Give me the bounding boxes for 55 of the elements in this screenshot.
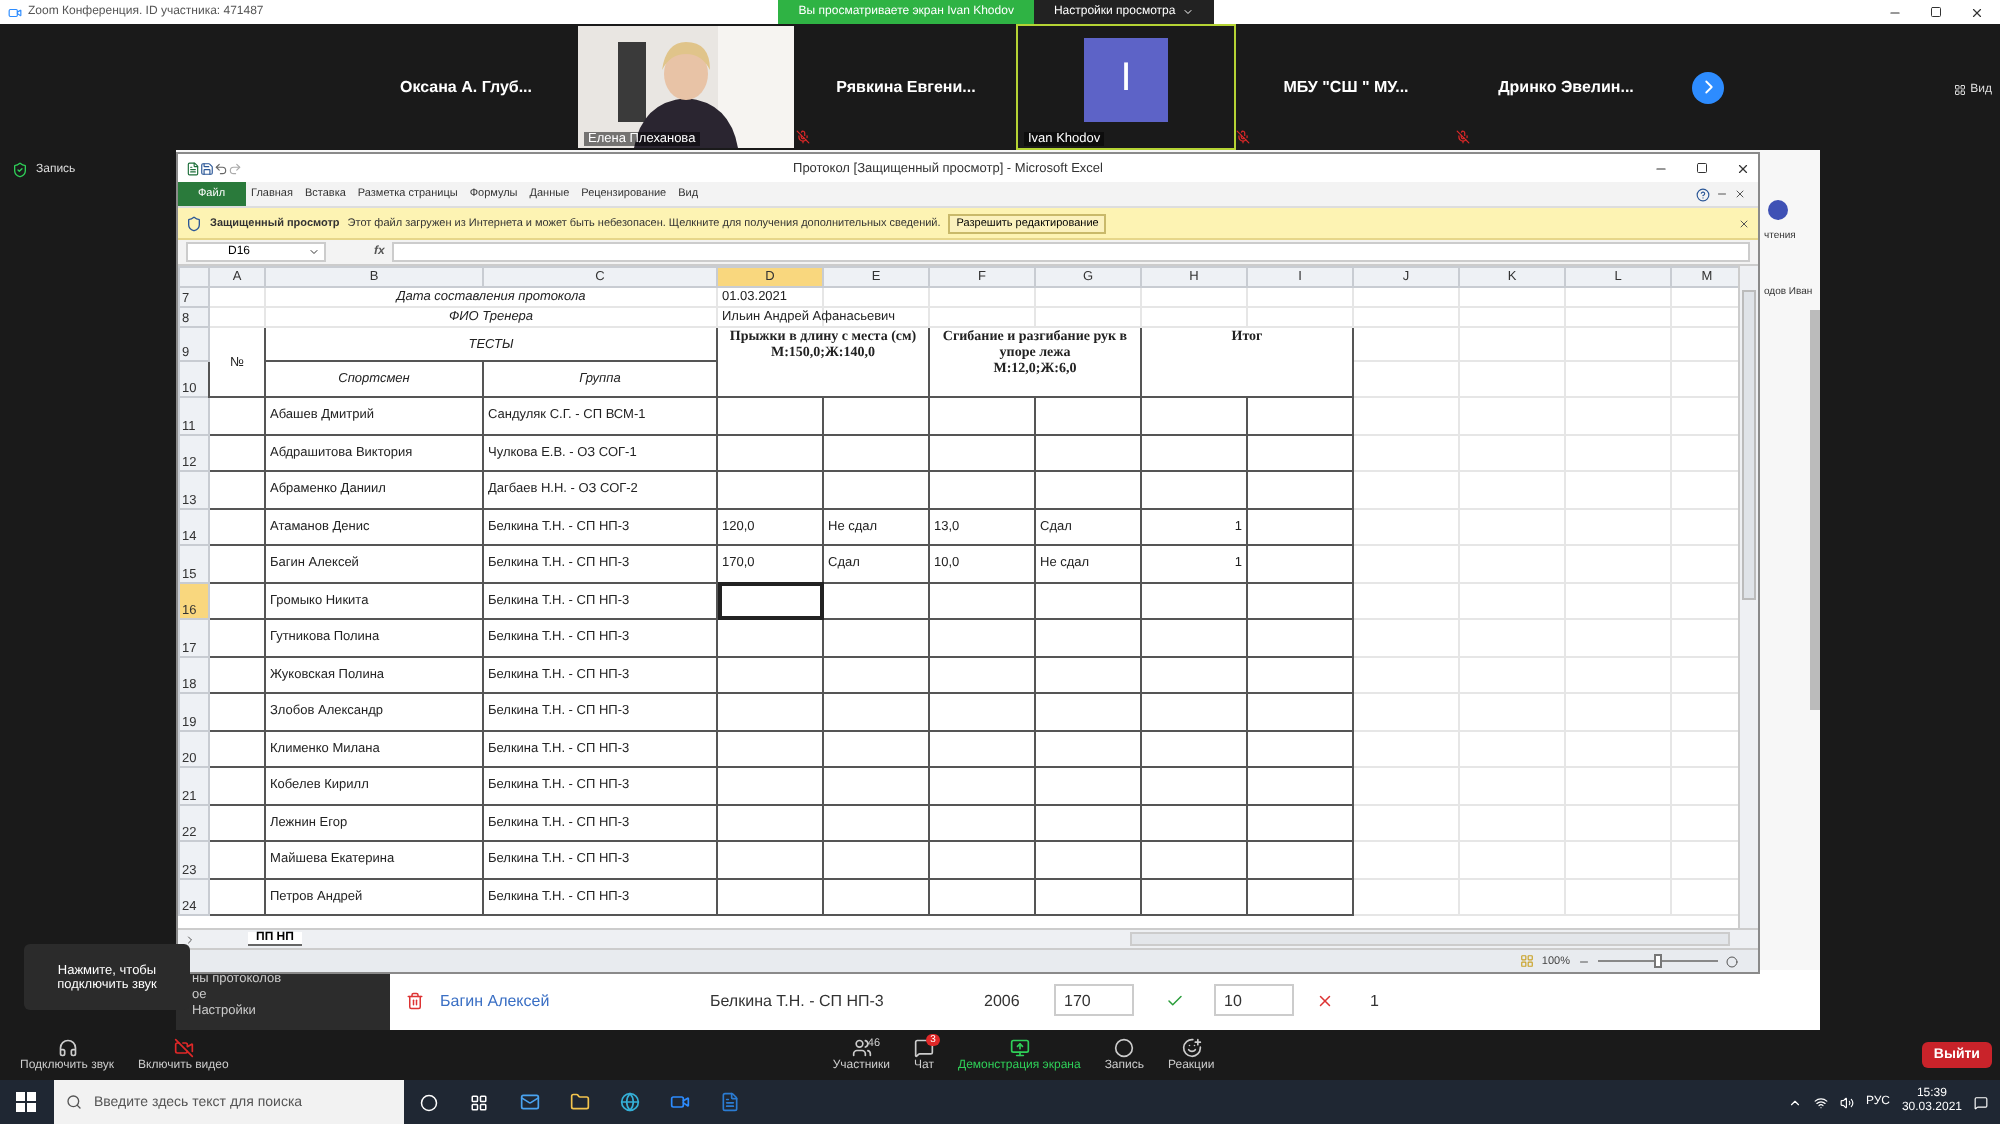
undo-icon[interactable] (214, 161, 228, 175)
participant-name: МБУ "СШ " МУ... (1283, 78, 1409, 96)
caret-icon (308, 246, 320, 258)
network-icon[interactable] (1813, 1095, 1828, 1109)
shield-icon (12, 162, 28, 178)
close-icon[interactable] (1734, 188, 1746, 200)
help-icon[interactable] (1696, 187, 1710, 201)
close-icon[interactable] (1970, 5, 1985, 19)
close-icon[interactable] (1738, 217, 1750, 229)
notifications-icon[interactable] (1974, 1095, 1988, 1109)
table-cell-text: Белкина Т.Н. - СП НП-3 (710, 991, 886, 1009)
save-icon[interactable] (200, 161, 214, 175)
document-icon[interactable] (719, 1092, 739, 1112)
video-app-icon[interactable] (669, 1092, 689, 1112)
grid-icon (1954, 84, 1967, 96)
table-cell-text: 2006 (984, 991, 1022, 1009)
input-field[interactable]: 10 (1214, 984, 1294, 1016)
zoom-slider-thumb[interactable] (1654, 954, 1662, 968)
start-icon[interactable] (15, 1092, 35, 1112)
athlete-link[interactable]: Багин Алексей (440, 991, 550, 1009)
muted-mic-icon (1456, 130, 1470, 144)
shield-icon (186, 215, 202, 231)
close-icon[interactable] (1736, 161, 1750, 175)
participant-name: Дринко Эвелин... (1498, 78, 1634, 96)
next-page-button[interactable] (1692, 71, 1724, 103)
muted-mic-icon (1236, 130, 1250, 144)
table-cell: 1 (1370, 991, 1379, 1009)
maximize-icon[interactable] (1930, 5, 1943, 17)
maximize-icon[interactable] (1696, 161, 1708, 173)
avatar: I (1084, 37, 1168, 121)
record-icon (1114, 1038, 1135, 1058)
reactions-icon (1181, 1038, 1202, 1058)
mail-icon[interactable] (519, 1092, 539, 1112)
task-view-icon[interactable] (470, 1093, 488, 1111)
search-icon (66, 1094, 82, 1110)
formula-field[interactable] (392, 242, 1750, 262)
headphones-icon (57, 1038, 78, 1058)
participant-name: Оксана А. Глуб... (399, 78, 532, 96)
zoom-in-icon[interactable] (1726, 955, 1738, 967)
avatar (1768, 200, 1788, 220)
folder-icon[interactable] (569, 1092, 589, 1112)
participant-name: Рявкина Евгени... (836, 78, 976, 96)
chat-icon (914, 1038, 934, 1058)
volume-icon[interactable] (1839, 1095, 1854, 1109)
zoom-logo-icon (8, 5, 22, 19)
caret-icon (1181, 6, 1194, 18)
input-field[interactable]: 170 (1054, 984, 1134, 1016)
cross-icon (1315, 991, 1333, 1009)
browser-icon[interactable] (619, 1092, 639, 1112)
muted-mic-icon (796, 130, 810, 144)
share-screen-icon (1009, 1038, 1030, 1058)
check-icon (1165, 991, 1183, 1009)
video-off-icon (173, 1038, 194, 1058)
participants-icon (851, 1038, 872, 1058)
trash-icon (406, 991, 424, 1009)
